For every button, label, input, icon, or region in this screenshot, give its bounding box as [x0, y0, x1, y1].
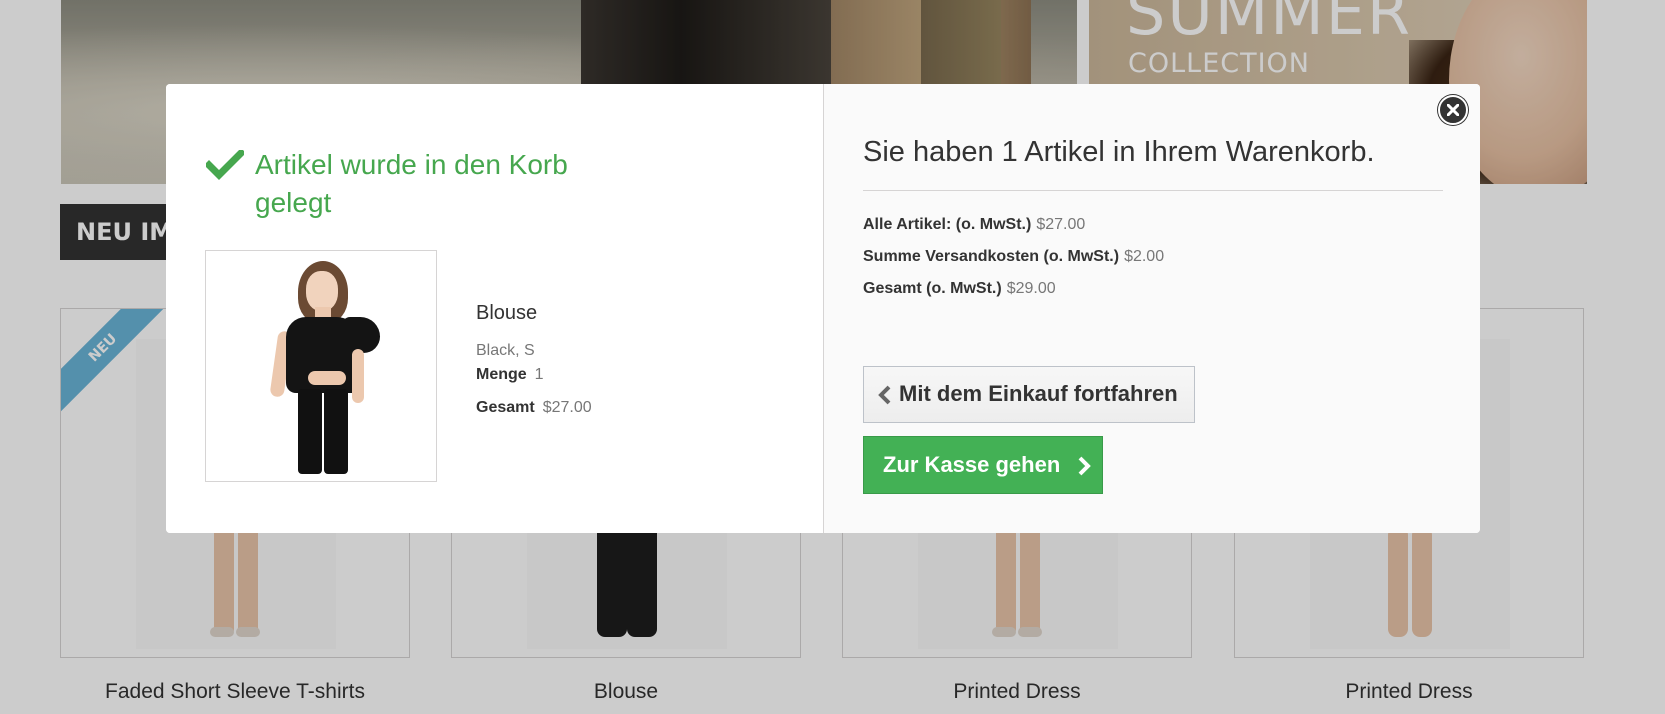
item-total-value: $27.00 [542, 399, 592, 416]
divider [863, 190, 1443, 191]
model-pants [324, 389, 348, 474]
quantity-label: Menge [476, 366, 527, 383]
item-total-label: Gesamt [476, 399, 535, 416]
item-quantity: Menge 1 [476, 366, 544, 384]
add-to-cart-modal: Artikel wurde in den Korb gelegt Blouse [166, 84, 1480, 533]
model-hands [308, 371, 346, 385]
chevron-left-icon [878, 385, 892, 411]
item-attributes: Black, S [476, 342, 535, 359]
summary-products-label: Alle Artikel: (o. MwSt.) [863, 216, 1032, 233]
cart-heading: Sie haben 1 Artikel in Ihrem Warenkorb. [863, 136, 1375, 168]
cart-summary-panel: Sie haben 1 Artikel in Ihrem Warenkorb. … [823, 84, 1480, 533]
quantity-value: 1 [534, 366, 544, 383]
blouse-model [269, 259, 380, 474]
summary-shipping-value: $2.00 [1124, 248, 1165, 265]
added-product-panel: Artikel wurde in den Korb gelegt Blouse [166, 84, 823, 533]
model-arm [352, 349, 364, 403]
model-face [306, 271, 338, 311]
close-icon [1447, 104, 1459, 116]
summary-products: Alle Artikel: (o. MwSt.) $27.00 [863, 216, 1085, 234]
checkout-label: Zur Kasse gehen [883, 452, 1061, 477]
continue-shopping-button[interactable]: Mit dem Einkauf fortfahren [863, 366, 1195, 423]
summary-shipping: Summe Versandkosten (o. MwSt.) $2.00 [863, 248, 1164, 266]
blouse-sleeve [342, 317, 380, 353]
summary-total: Gesamt (o. MwSt.) $29.00 [863, 280, 1056, 298]
page: SUMMER COLLECTION NEU IM NEU Faded Short… [0, 0, 1665, 714]
added-message-text: Artikel wurde in den Korb gelegt [255, 149, 568, 218]
summary-total-label: Gesamt (o. MwSt.) [863, 280, 1002, 297]
item-total: Gesamt $27.00 [476, 399, 592, 417]
model-pants [298, 389, 322, 474]
summary-total-value: $29.00 [1006, 280, 1056, 297]
close-button[interactable] [1438, 95, 1468, 125]
item-name: Blouse [476, 302, 538, 324]
product-thumbnail [205, 250, 437, 482]
chevron-right-icon [1077, 456, 1091, 482]
checkout-button[interactable]: Zur Kasse gehen [863, 436, 1103, 494]
summary-products-value: $27.00 [1036, 216, 1086, 233]
continue-shopping-label: Mit dem Einkauf fortfahren [899, 381, 1178, 406]
check-icon [204, 148, 246, 185]
summary-shipping-label: Summe Versandkosten (o. MwSt.) [863, 248, 1120, 265]
